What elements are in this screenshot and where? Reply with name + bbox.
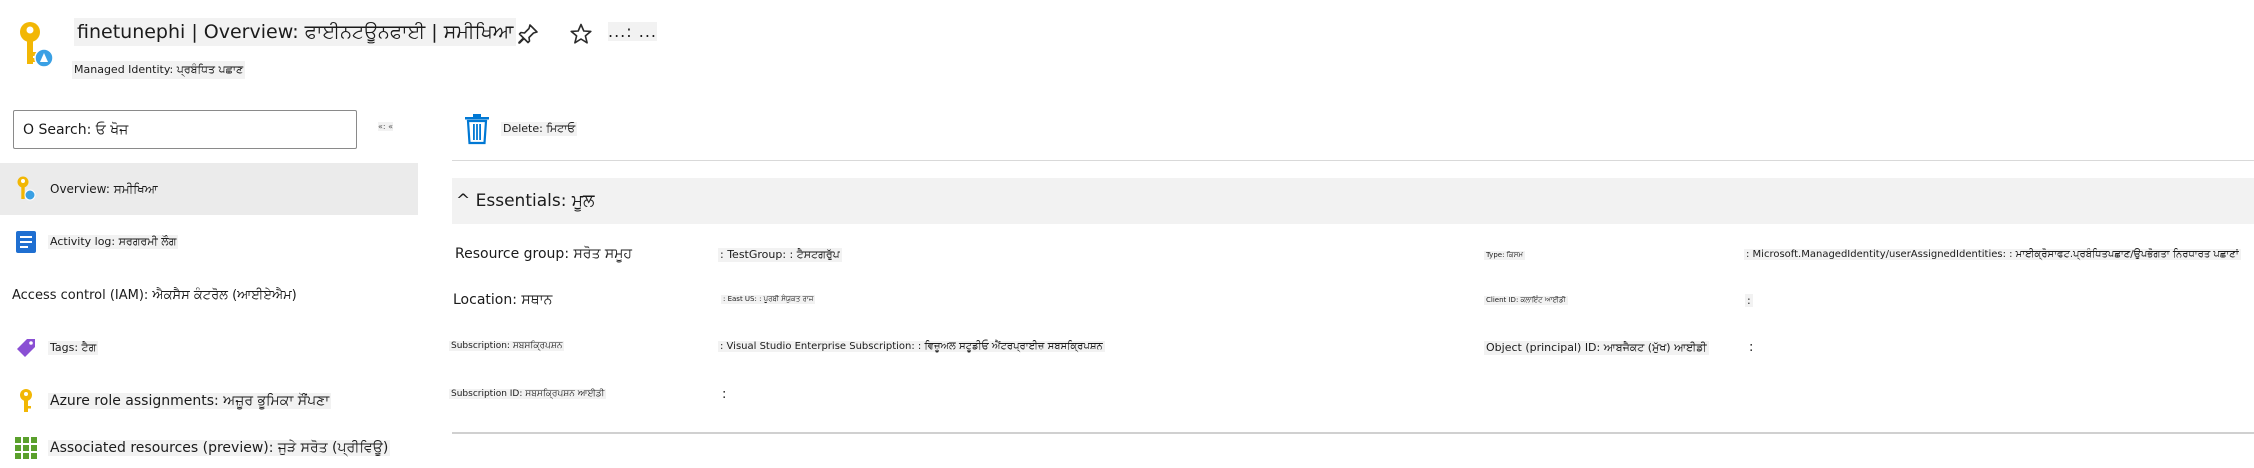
sidebar-item-access-control[interactable]: Access control (IAM): ਐਕਸੈਸ ਕੰਟਰੋਲ (ਆਈਏਐ…: [0, 269, 418, 321]
type-value: : Microsoft.ManagedIdentity/userAssigned…: [1744, 249, 2241, 260]
subscription-label: Subscription: ਸਬਸਕ੍ਰਿਪਸ਼ਨ: [449, 341, 565, 351]
activity-log-icon: [12, 228, 40, 256]
subscription-id-label: Subscription ID: ਸਬਸਕ੍ਰਿਪਸ਼ਨ ਆਈਡੀ: [449, 389, 607, 399]
search-input[interactable]: O Search: ਓ ਖੋਜ: [13, 110, 357, 149]
tag-icon: [12, 334, 40, 362]
more-options-button[interactable]: ...: ...: [608, 22, 657, 41]
subscription-value[interactable]: : Visual Studio Enterprise Subscription:…: [718, 341, 1105, 352]
sidebar-item-role-assignments[interactable]: Azure role assignments: ਅਜ਼ੂਰ ਭੂਮਿਕਾ ਸੌਂ…: [0, 375, 418, 427]
location-label: Location: ਸਥਾਨ: [453, 292, 553, 308]
managed-identity-key-icon: [14, 20, 60, 70]
favorite-button[interactable]: [565, 18, 597, 50]
page-title: finetunephi | Overview: ਫਾਈਨਟਊਨਫਾਈ | ਸਮੀ…: [74, 18, 517, 46]
grid-icon: [12, 434, 40, 462]
pin-icon: [518, 24, 538, 44]
trash-icon: [465, 114, 489, 145]
delete-label: Delete: ਮਿਟਾਓ: [501, 122, 578, 136]
sidebar-item-label: Associated resources (preview): ਜੁੜੇ ਸਰੋ…: [48, 440, 391, 456]
sidebar-item-tags[interactable]: Tags: ਟੈਗ: [0, 322, 418, 374]
essentials-toggle[interactable]: ^ Essentials: ਮੂਲ: [452, 178, 2254, 224]
essentials-title: ^ Essentials: ਮੂਲ: [456, 191, 595, 211]
type-label: Type: ਕਿਸਮ: [1484, 251, 1525, 260]
resource-group-label: Resource group: ਸਰੋਤ ਸਮੂਹ: [455, 246, 633, 262]
sidebar-item-label: Activity log: ਸਰਗਰਮੀ ਲੌਗ: [48, 235, 179, 249]
pin-button[interactable]: [512, 18, 544, 50]
sidebar-item-label: Tags: ਟੈਗ: [48, 341, 99, 355]
sidebar-item-label: Azure role assignments: ਅਜ਼ੂਰ ਭੂਮਿਕਾ ਸੌਂ…: [48, 393, 332, 409]
essentials-divider: [452, 432, 2254, 434]
toolbar-divider: [452, 160, 2254, 161]
client-id-label: Client ID: ਕਲਾਇੰਟ ਆਈਡੀ: [1484, 296, 1568, 305]
sidebar-item-overview[interactable]: Overview: ਸਮੀਖਿਆ: [0, 163, 418, 215]
object-id-label: Object (principal) ID: ਆਬਜੈਕਟ (ਮੁੱਖ) ਆਈਡ…: [1484, 341, 1709, 355]
key-icon: [12, 387, 40, 415]
collapse-sidebar-button[interactable]: «: «: [378, 122, 394, 131]
delete-button[interactable]: Delete: ਮਿਟਾਓ: [463, 113, 578, 145]
object-id-value: :: [1749, 340, 1754, 355]
star-icon: [570, 23, 592, 44]
client-id-value: :: [1745, 294, 1753, 307]
sidebar-item-activity-log[interactable]: Activity log: ਸਰਗਰਮੀ ਲੌਗ: [0, 216, 418, 268]
resource-group-value[interactable]: : TestGroup: : ਟੈਸਟਗਰੁੱਪ: [718, 248, 842, 262]
subscription-id-value: :: [722, 387, 727, 402]
sidebar-item-associated-resources[interactable]: Associated resources (preview): ਜੁੜੇ ਸਰੋ…: [0, 428, 418, 468]
page-subtitle: Managed Identity: ਪ੍ਰਬੰਧਿਤ ਪਛਾਣ: [72, 61, 246, 79]
managed-identity-key-icon: [12, 175, 40, 203]
sidebar-item-label: Access control (IAM): ਐਕਸੈਸ ਕੰਟਰੋਲ (ਆਈਏਐ…: [12, 287, 297, 303]
location-value: : East US: : ਪੂਰਬੀ ਸੰਯੁਕਤ ਰਾਜ: [721, 295, 816, 304]
sidebar-item-label: Overview: ਸਮੀਖਿਆ: [50, 181, 158, 196]
